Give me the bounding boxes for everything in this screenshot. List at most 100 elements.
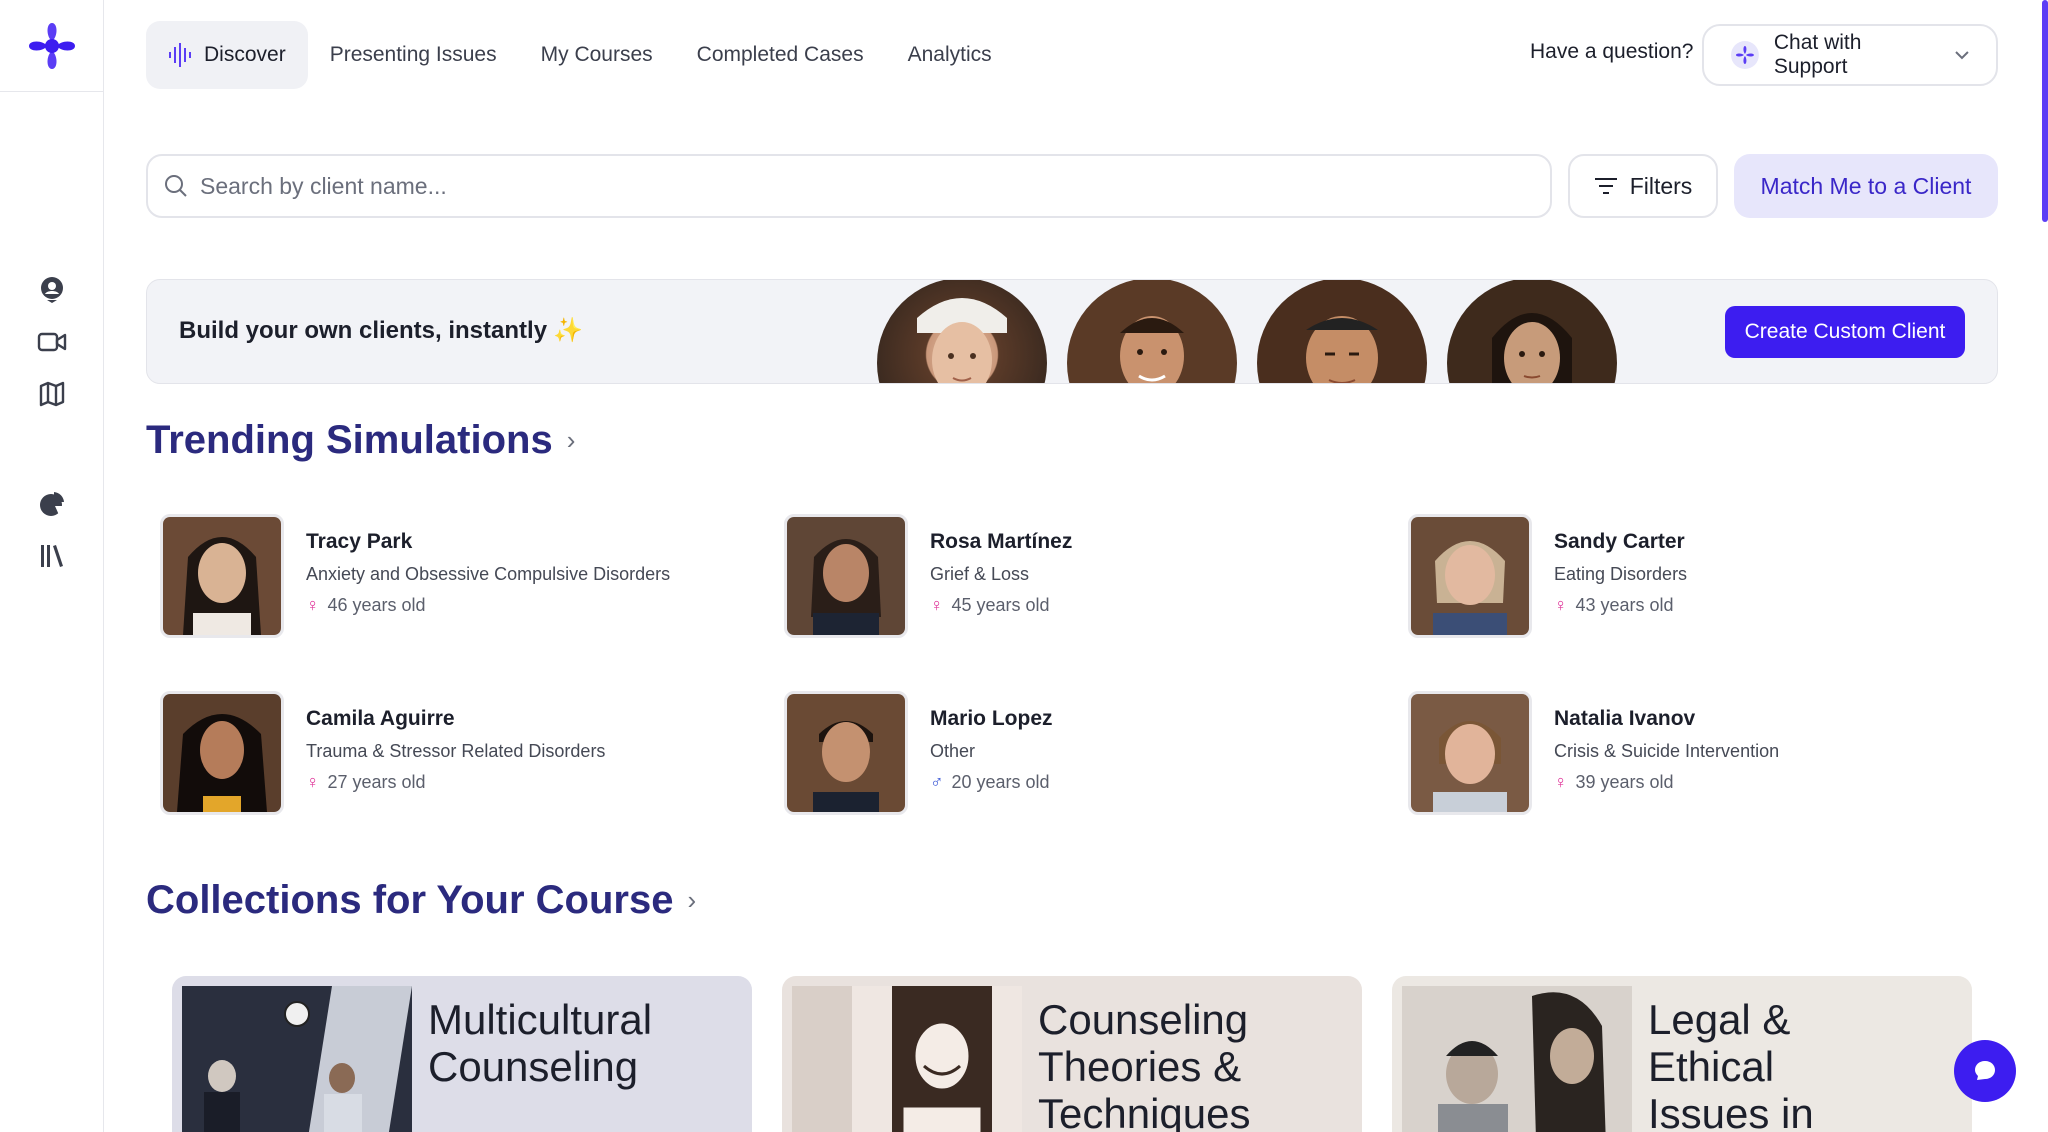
client-age: 45 years old xyxy=(951,595,1050,615)
client-age: 43 years old xyxy=(1575,595,1674,615)
client-category: Crisis & Suicide Intervention xyxy=(1554,741,1780,761)
collection-title-line: Counseling xyxy=(1038,996,1249,1043)
collection-card[interactable]: Counseling Theories & Techniques xyxy=(782,976,1362,1132)
custom-client-banner: Build your own clients, instantly ✨ Creat… xyxy=(146,279,1998,384)
tab-label: Discover xyxy=(204,43,286,66)
sidebar xyxy=(0,0,104,1132)
section-title: Collections for Your Course xyxy=(146,878,674,922)
client-name: Rosa Martínez xyxy=(930,530,1073,553)
scrollbar[interactable] xyxy=(2040,0,2048,1132)
avatar xyxy=(877,280,1047,383)
tab-label: My Courses xyxy=(540,43,653,66)
sparkle-logo-icon xyxy=(1730,41,1759,69)
client-photo xyxy=(160,691,284,815)
collection-title-line: Techniques xyxy=(1038,1090,1251,1132)
chat-support-button[interactable]: Chat with Support xyxy=(1702,24,1998,86)
map-icon[interactable] xyxy=(34,376,70,412)
client-photo xyxy=(160,514,284,638)
banner-title-text: Build your own clients, instantly xyxy=(179,317,548,344)
tab-analytics[interactable]: Analytics xyxy=(886,21,1014,89)
client-name: Camila Aguirre xyxy=(306,707,455,730)
chart-pie-icon[interactable] xyxy=(34,486,70,522)
female-icon: ♀ xyxy=(306,772,320,792)
library-icon[interactable] xyxy=(34,538,70,574)
female-icon: ♀ xyxy=(306,595,320,615)
tab-completed-cases[interactable]: Completed Cases xyxy=(675,21,886,89)
filter-icon xyxy=(1594,178,1617,194)
avatar xyxy=(1447,280,1617,383)
client-category: Grief & Loss xyxy=(930,564,1030,584)
chevron-down-icon xyxy=(1955,51,1969,60)
collection-title-line: Counseling xyxy=(428,1043,639,1090)
tab-label: Analytics xyxy=(907,43,992,66)
chevron-right-icon: › xyxy=(687,885,697,915)
avatar xyxy=(1067,280,1237,383)
match-client-button[interactable]: Match Me to a Client xyxy=(1734,154,1998,218)
filters-button[interactable]: Filters xyxy=(1568,154,1718,218)
client-age: 39 years old xyxy=(1575,772,1674,792)
collection-title: Multicultural Counseling xyxy=(428,996,652,1090)
client-category: Anxiety and Obsessive Compulsive Disorde… xyxy=(306,564,671,584)
create-custom-client-button[interactable]: Create Custom Client xyxy=(1725,306,1965,358)
client-age: 20 years old xyxy=(951,772,1050,792)
chat-launcher-button[interactable] xyxy=(1954,1040,2016,1102)
female-icon: ♀ xyxy=(930,595,944,615)
collection-title-line: Issues in xyxy=(1648,1090,1814,1132)
collection-title-line: Ethical xyxy=(1648,1043,1775,1090)
client-card[interactable]: Mario Lopez Other ♂ 20 years old xyxy=(784,691,1344,823)
logo[interactable] xyxy=(0,0,103,92)
avatar xyxy=(1257,280,1427,383)
client-age: 46 years old xyxy=(327,595,426,615)
collection-illustration xyxy=(792,986,1022,1132)
client-photo xyxy=(1408,691,1532,815)
video-icon[interactable] xyxy=(34,324,70,360)
tab-label: Presenting Issues xyxy=(329,43,497,66)
client-card[interactable]: Sandy Carter Eating Disorders ♀ 43 years … xyxy=(1408,514,1968,646)
client-photo xyxy=(784,514,908,638)
chevron-right-icon: › xyxy=(566,425,576,455)
scrollbar-thumb[interactable] xyxy=(2042,0,2048,222)
client-name: Mario Lopez xyxy=(930,707,1053,730)
brand-logo-icon xyxy=(28,22,75,69)
client-category: Trauma & Stressor Related Disorders xyxy=(306,741,606,761)
trending-title-link[interactable]: Trending Simulations › xyxy=(146,418,575,463)
collection-title: Legal & Ethical Issues in xyxy=(1648,996,1814,1132)
search-bar xyxy=(146,154,1552,218)
client-name: Sandy Carter xyxy=(1554,530,1685,553)
client-card[interactable]: Camila Aguirre Trauma & Stressor Related… xyxy=(160,691,720,823)
tab-my-courses[interactable]: My Courses xyxy=(519,21,675,89)
user-pin-icon[interactable] xyxy=(34,272,70,308)
client-name: Natalia Ivanov xyxy=(1554,707,1696,730)
client-category: Eating Disorders xyxy=(1554,564,1688,584)
support-label: Chat with Support xyxy=(1773,31,1862,78)
question-text: Have a question? xyxy=(1530,40,1694,63)
collection-card[interactable]: Legal & Ethical Issues in xyxy=(1392,976,1972,1132)
client-photo xyxy=(1408,514,1532,638)
female-icon: ♀ xyxy=(1554,595,1568,615)
filters-label: Filters xyxy=(1629,172,1693,199)
soundwave-icon xyxy=(169,43,191,67)
section-title: Trending Simulations xyxy=(146,418,553,462)
client-name: Tracy Park xyxy=(306,530,413,553)
tab-label: Completed Cases xyxy=(696,43,864,66)
tab-discover[interactable]: Discover xyxy=(146,21,308,89)
client-card[interactable]: Tracy Park Anxiety and Obsessive Compuls… xyxy=(160,514,720,646)
banner-title: Build your own clients, instantly ✨ xyxy=(179,316,583,345)
collection-title-line: Multicultural xyxy=(428,996,653,1043)
sparkle-icon: ✨ xyxy=(553,317,583,344)
client-card[interactable]: Natalia Ivanov Crisis & Suicide Interven… xyxy=(1408,691,1968,823)
client-photo xyxy=(784,691,908,815)
collection-card[interactable]: Multicultural Counseling xyxy=(172,976,752,1132)
search-input[interactable] xyxy=(200,172,1534,200)
collection-illustration xyxy=(1402,986,1632,1132)
collection-title-line: Theories & xyxy=(1038,1043,1242,1090)
female-icon: ♀ xyxy=(1554,772,1568,792)
client-category: Other xyxy=(930,741,976,761)
collection-title: Counseling Theories & Techniques xyxy=(1038,996,1250,1132)
top-nav: Discover Presenting Issues My Courses Co… xyxy=(146,21,1014,89)
collections-title-link[interactable]: Collections for Your Course › xyxy=(146,878,696,923)
tab-presenting-issues[interactable]: Presenting Issues xyxy=(308,21,519,89)
collection-illustration xyxy=(182,986,412,1132)
client-age: 27 years old xyxy=(327,772,426,792)
client-card[interactable]: Rosa Martínez Grief & Loss ♀ 45 years old xyxy=(784,514,1344,646)
